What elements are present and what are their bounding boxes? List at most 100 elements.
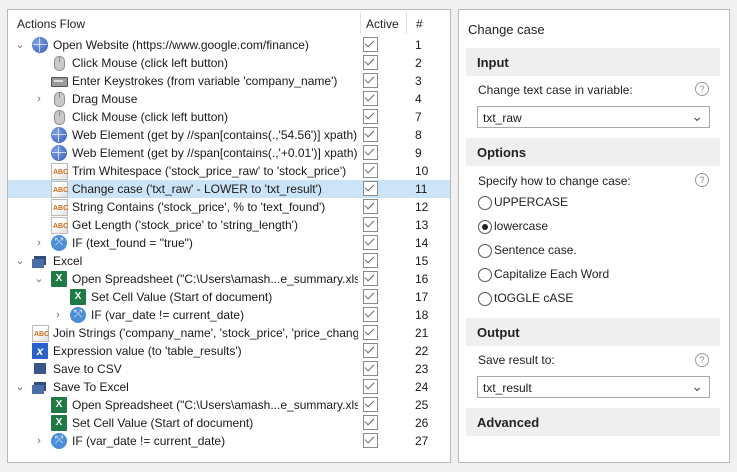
output-variable-select[interactable]: txt_result ⌄ xyxy=(477,376,710,398)
collapse-chevron-icon[interactable]: ⌄ xyxy=(14,253,26,269)
case-option-label[interactable]: Capitalize Each Word xyxy=(494,267,609,281)
tree-row[interactable]: Web Element (get by //span[contains(.,'5… xyxy=(8,126,450,144)
action-number: 21 xyxy=(415,326,429,340)
actions-flow-panel: Actions Flow Active # ⌄ Open Website (htt… xyxy=(7,9,451,463)
excel-icon: X xyxy=(51,415,67,431)
tree-row[interactable]: › ⤲ IF (var_date != current_date) 27 xyxy=(8,432,450,450)
collapse-chevron-icon[interactable]: ⌄ xyxy=(14,379,26,395)
active-checkbox[interactable] xyxy=(363,91,378,106)
action-label: Expression value (to 'table_results') xyxy=(53,344,242,358)
action-label: IF (var_date != current_date) xyxy=(72,434,226,448)
active-checkbox[interactable] xyxy=(363,325,378,340)
active-checkbox[interactable] xyxy=(363,253,378,268)
mouse-icon xyxy=(51,55,67,71)
active-checkbox[interactable] xyxy=(363,163,378,178)
tree-row[interactable]: ⌄ Open Website (https://www.google.com/fi… xyxy=(8,36,450,54)
tree-row[interactable]: X Set Cell Value (Start of document) 17 xyxy=(8,288,450,306)
section-advanced-header[interactable]: Advanced xyxy=(466,408,720,436)
case-option-label[interactable]: UPPERCASE xyxy=(494,195,568,209)
tree-row[interactable]: Click Mouse (click left button) 2 xyxy=(8,54,450,72)
active-checkbox[interactable] xyxy=(363,109,378,124)
tree-row[interactable]: ABC Join Strings ('company_name', 'stock_… xyxy=(8,324,450,342)
tree-row[interactable]: ABC String Contains ('stock_price', % to … xyxy=(8,198,450,216)
mouse-icon xyxy=(51,109,67,125)
section-options-header[interactable]: Options xyxy=(466,138,720,166)
case-option-label[interactable]: tOGGLE cASE xyxy=(494,291,573,305)
active-checkbox[interactable] xyxy=(363,307,378,322)
active-checkbox[interactable] xyxy=(363,361,378,376)
case-option-radio[interactable] xyxy=(478,292,492,306)
active-checkbox[interactable] xyxy=(363,217,378,232)
text-abc-icon: ABC xyxy=(51,181,68,198)
column-header-actions-flow[interactable]: Actions Flow xyxy=(17,17,85,31)
column-header-active[interactable]: Active xyxy=(366,17,399,31)
tree-row[interactable]: › Drag Mouse 4 xyxy=(8,90,450,108)
action-number: 18 xyxy=(415,308,429,322)
active-checkbox[interactable] xyxy=(363,55,378,70)
action-label: Web Element (get by //span[contains(.,'+… xyxy=(72,146,358,160)
tree-row[interactable]: X Set Cell Value (Start of document) 26 xyxy=(8,414,450,432)
tree-row[interactable]: ABC Change case ('txt_raw' - LOWER to 'tx… xyxy=(8,180,450,198)
active-checkbox[interactable] xyxy=(363,415,378,430)
section-input-label: Input xyxy=(477,55,509,70)
active-checkbox[interactable] xyxy=(363,37,378,52)
case-option-radio[interactable] xyxy=(478,196,492,210)
csv-icon xyxy=(32,361,48,377)
active-checkbox[interactable] xyxy=(363,433,378,448)
tree-row[interactable]: › ⤲ IF (var_date != current_date) 18 xyxy=(8,306,450,324)
expand-chevron-icon[interactable]: › xyxy=(33,91,45,107)
action-number: 16 xyxy=(415,272,429,286)
collapse-chevron-icon[interactable]: ⌄ xyxy=(33,271,45,287)
case-option-radio[interactable] xyxy=(478,244,492,258)
active-checkbox[interactable] xyxy=(363,73,378,88)
action-number: 23 xyxy=(415,362,429,376)
active-checkbox[interactable] xyxy=(363,145,378,160)
input-variable-select[interactable]: txt_raw ⌄ xyxy=(477,106,710,128)
action-label: Open Website (https://www.google.com/fin… xyxy=(53,38,309,52)
active-checkbox[interactable] xyxy=(363,343,378,358)
tree-row[interactable]: ⌄ X Open Spreadsheet ("C:\Users\amash...e_… xyxy=(8,270,450,288)
tree-row[interactable]: ABC Get Length ('stock_price' to 'string_… xyxy=(8,216,450,234)
expand-chevron-icon[interactable]: › xyxy=(33,433,45,449)
active-checkbox[interactable] xyxy=(363,379,378,394)
tree-row[interactable]: Web Element (get by //span[contains(.,'+… xyxy=(8,144,450,162)
case-option-label[interactable]: lowercase xyxy=(494,219,548,233)
active-checkbox[interactable] xyxy=(363,397,378,412)
active-checkbox[interactable] xyxy=(363,289,378,304)
properties-panel: Change case Input Change text case in va… xyxy=(458,9,730,463)
help-icon[interactable]: ? xyxy=(695,82,709,96)
active-checkbox[interactable] xyxy=(363,199,378,214)
tree-row[interactable]: x Expression value (to 'table_results') 22 xyxy=(8,342,450,360)
if-condition-icon: ⤲ xyxy=(51,235,67,251)
case-option-label[interactable]: Sentence case. xyxy=(494,243,577,257)
tree-row[interactable]: ⌄ Excel 15 xyxy=(8,252,450,270)
help-icon[interactable]: ? xyxy=(695,173,709,187)
case-option-radio[interactable] xyxy=(478,268,492,282)
column-header-number[interactable]: # xyxy=(416,17,423,31)
action-number: 8 xyxy=(415,128,422,142)
expand-chevron-icon[interactable]: › xyxy=(33,235,45,251)
action-number: 10 xyxy=(415,164,429,178)
active-checkbox[interactable] xyxy=(363,127,378,142)
active-checkbox[interactable] xyxy=(363,235,378,250)
tree-row[interactable]: Click Mouse (click left button) 7 xyxy=(8,108,450,126)
action-number: 14 xyxy=(415,236,429,250)
tree-row[interactable]: › ⤲ IF (text_found = "true") 14 xyxy=(8,234,450,252)
action-number: 2 xyxy=(415,56,422,70)
text-abc-icon: ABC xyxy=(32,325,49,342)
options-label: Specify how to change case: xyxy=(478,174,631,188)
active-checkbox[interactable] xyxy=(363,181,378,196)
section-input-header[interactable]: Input xyxy=(466,48,720,76)
case-option-radio[interactable] xyxy=(478,220,492,234)
tree-row[interactable]: ⌄ Save To Excel 24 xyxy=(8,378,450,396)
excel-group-icon xyxy=(32,253,48,269)
section-output-header[interactable]: Output xyxy=(466,318,720,346)
tree-row[interactable]: Enter Keystrokes (from variable 'company… xyxy=(8,72,450,90)
collapse-chevron-icon[interactable]: ⌄ xyxy=(14,37,26,53)
help-icon[interactable]: ? xyxy=(695,353,709,367)
active-checkbox[interactable] xyxy=(363,271,378,286)
tree-row[interactable]: X Open Spreadsheet ("C:\Users\amash...e_s… xyxy=(8,396,450,414)
tree-row[interactable]: ABC Trim Whitespace ('stock_price_raw' to… xyxy=(8,162,450,180)
expand-chevron-icon[interactable]: › xyxy=(52,307,64,323)
tree-row[interactable]: Save to CSV 23 xyxy=(8,360,450,378)
